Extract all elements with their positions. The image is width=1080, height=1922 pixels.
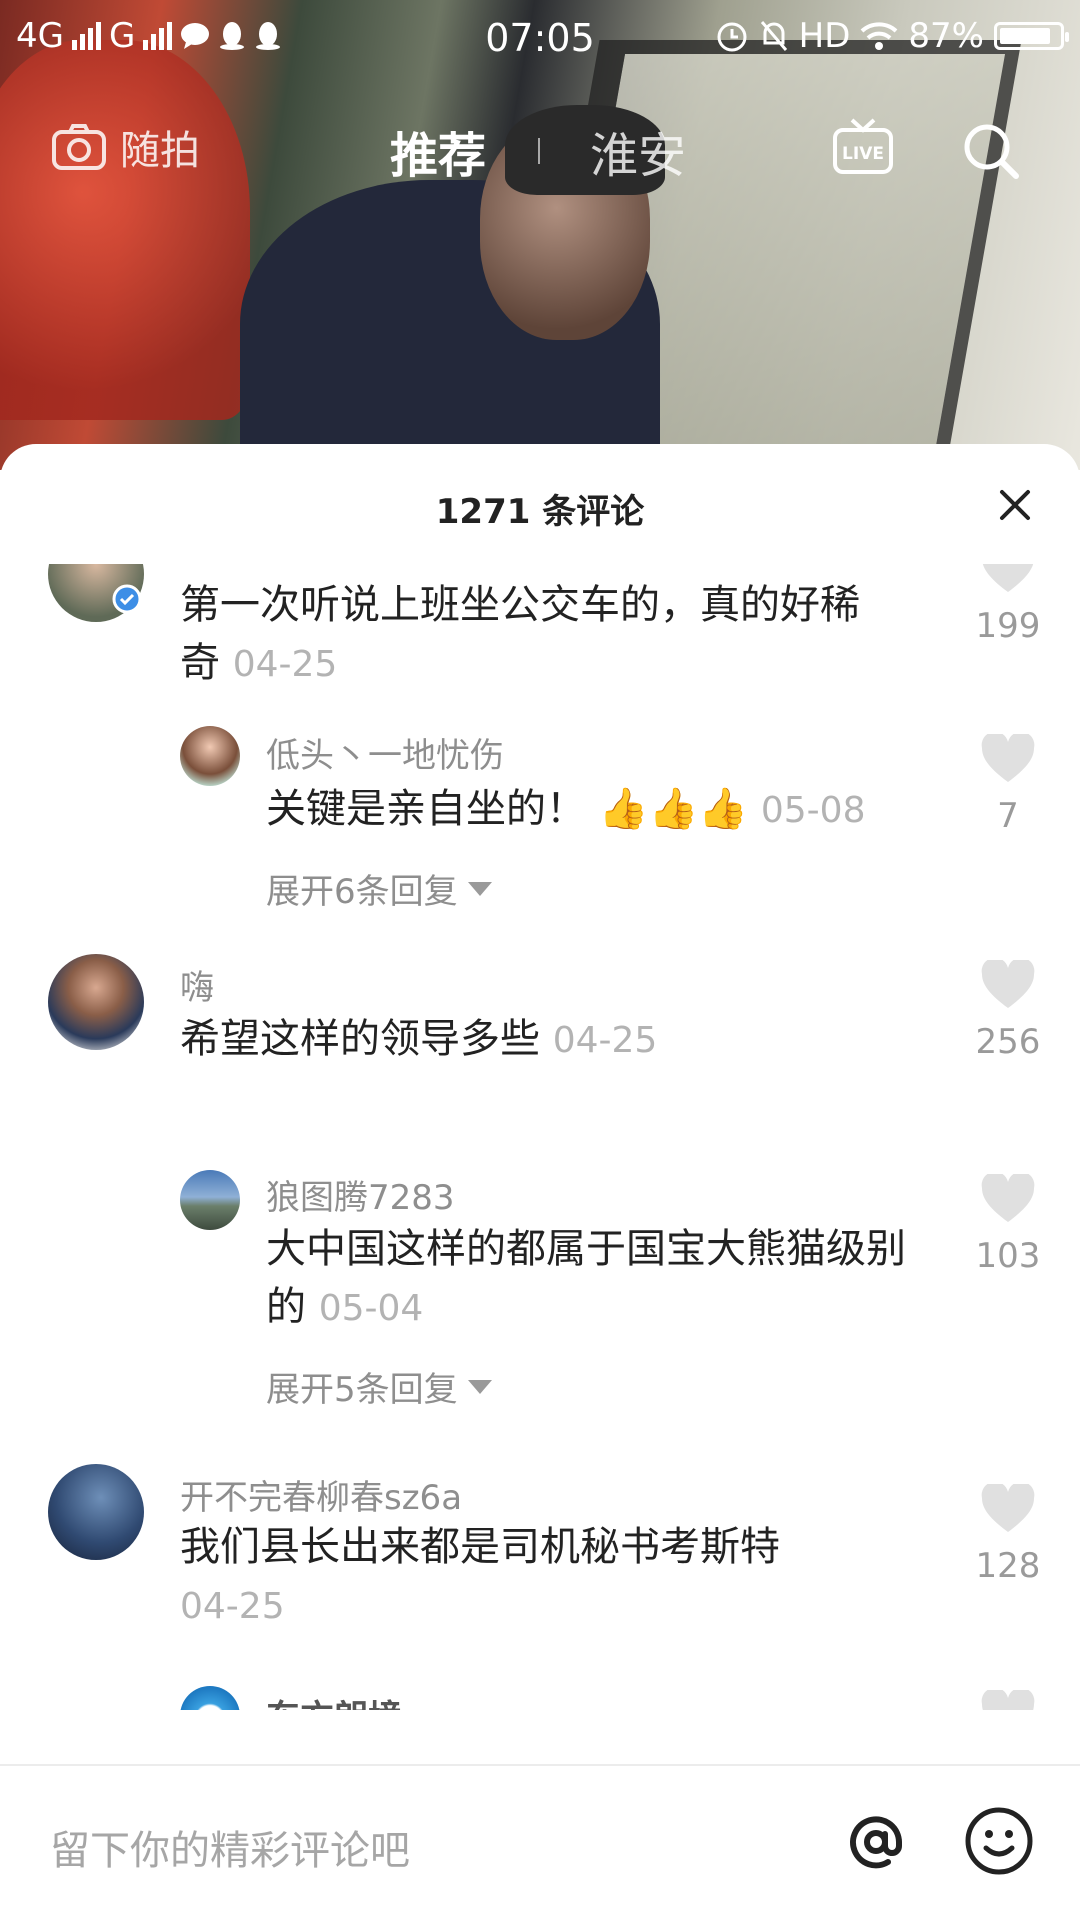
top-nav: 随拍 推荐 淮安 LIVE — [0, 108, 1080, 192]
comment-username[interactable]: 嗨 — [180, 960, 214, 1009]
like-count: 199 — [975, 606, 1041, 646]
comments-sheet: 1271 条评论 第一次听说上班坐公交车的，真的好稀奇 04-25 199 低头… — [0, 444, 1080, 1920]
video-figure-left — [0, 40, 250, 420]
like-button[interactable] — [968, 1687, 1048, 1710]
comment-date: 04-25 — [552, 1020, 658, 1061]
comment-body: 希望这样的领导多些 — [180, 1016, 540, 1062]
comment-text: 我们县长出来都是司机秘书考斯特 04-25 — [180, 1518, 880, 1636]
comment-input[interactable]: 留下你的精彩评论吧 — [50, 1818, 410, 1876]
chevron-down-icon — [467, 1379, 492, 1394]
reply-date: 05-04 — [318, 1288, 424, 1329]
close-icon[interactable] — [990, 480, 1040, 530]
like-button[interactable]: 103 — [968, 1171, 1048, 1276]
comment-input-bar: 留下你的精彩评论吧 — [0, 1764, 1080, 1922]
like-count: 103 — [975, 1236, 1041, 1276]
like-button[interactable]: 256 — [968, 957, 1048, 1062]
hd-label: HD — [798, 16, 851, 56]
heart-icon — [981, 731, 1035, 782]
camera-label: 随拍 — [120, 128, 200, 174]
battery-percent: 87% — [908, 16, 984, 56]
reply-username[interactable]: 低头丶一地忧伤 — [266, 728, 504, 777]
comment-text: 希望这样的领导多些 04-25 — [180, 1010, 880, 1070]
live-icon[interactable]: LIVE — [832, 118, 894, 176]
reply-text: 大中国这样的都属于国宝大熊猫级别的 05-04 — [266, 1220, 906, 1338]
like-button[interactable]: 128 — [968, 1481, 1048, 1586]
expand-replies-label: 展开6条回复 — [266, 872, 458, 912]
comments-count-title: 1271 条评论 — [435, 492, 645, 532]
reply-username[interactable]: 狼图腾7283 — [266, 1170, 455, 1219]
avatar[interactable] — [48, 954, 144, 1050]
like-button[interactable]: 199 — [968, 564, 1048, 646]
comment-date: 04-25 — [180, 1586, 285, 1627]
verified-badge-icon — [112, 584, 142, 614]
heart-icon — [981, 957, 1035, 1008]
heart-icon — [982, 564, 1034, 592]
camera-button[interactable]: 随拍 — [52, 118, 200, 176]
battery-icon — [994, 22, 1069, 50]
comment-username[interactable]: 开不完春柳春sz6a — [180, 1470, 462, 1519]
search-icon[interactable] — [960, 120, 1022, 182]
reply-text: 关键是亲自坐的！ 👍👍👍 05-08 — [266, 780, 926, 840]
alarm-icon — [717, 22, 747, 52]
thumbs-up-emoji: 👍👍👍 — [598, 786, 749, 832]
reply-body: 关键是亲自坐的！ — [266, 786, 586, 832]
like-button[interactable]: 7 — [968, 731, 1048, 836]
comment-text: 第一次听说上班坐公交车的，真的好稀奇 04-25 — [180, 576, 880, 694]
comment-date: 04-25 — [232, 644, 338, 685]
live-label: LIVE — [842, 144, 884, 164]
chevron-down-icon — [467, 881, 492, 896]
mute-bell-icon — [760, 21, 787, 51]
heart-icon — [981, 1171, 1035, 1222]
like-count: 7 — [997, 796, 1019, 836]
avatar[interactable] — [180, 1170, 240, 1230]
avatar[interactable] — [180, 1686, 240, 1710]
heart-icon — [981, 1481, 1035, 1532]
at-mention-icon[interactable] — [840, 1806, 912, 1878]
comment-list[interactable]: 第一次听说上班坐公交车的，真的好稀奇 04-25 199 低头丶一地忧伤 关键是… — [0, 564, 1080, 1710]
status-bar: 4G G 07:05 HD 87% — [0, 0, 1080, 74]
reply-date: 05-08 — [760, 790, 866, 831]
like-count: 128 — [975, 1546, 1041, 1586]
comment-body: 我们县长出来都是司机秘书考斯特 — [180, 1524, 780, 1570]
avatar[interactable] — [180, 726, 240, 786]
tab-recommend[interactable]: 推荐 — [390, 116, 486, 186]
tab-divider — [538, 138, 540, 164]
reply-username[interactable]: 东方朗境 — [266, 1690, 402, 1710]
heart-icon — [981, 1687, 1035, 1710]
camera-icon — [52, 124, 106, 170]
wifi-icon — [861, 22, 898, 50]
like-count: 256 — [975, 1022, 1041, 1062]
emoji-icon[interactable] — [964, 1806, 1034, 1876]
tab-local[interactable]: 淮安 — [590, 116, 686, 186]
expand-replies-button[interactable]: 展开5条回复 — [266, 1362, 492, 1411]
expand-replies-button[interactable]: 展开6条回复 — [266, 864, 492, 913]
avatar[interactable] — [48, 1464, 144, 1560]
expand-replies-label: 展开5条回复 — [266, 1370, 458, 1410]
